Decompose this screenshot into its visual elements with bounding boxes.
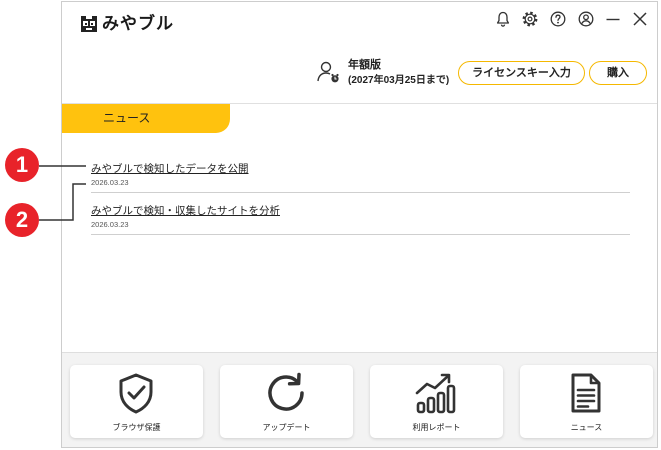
minimize-icon[interactable] bbox=[605, 11, 621, 27]
gear-icon[interactable] bbox=[522, 11, 538, 27]
shield-check-icon bbox=[114, 371, 158, 415]
document-icon bbox=[564, 371, 608, 415]
card-label: ブラウザ保護 bbox=[112, 423, 161, 432]
news-button[interactable]: ニュース bbox=[520, 365, 653, 438]
news-date: 2026.03.23 bbox=[91, 178, 129, 187]
news-title-link[interactable]: みやブルで検知したデータを公開 bbox=[91, 162, 249, 176]
usage-report-button[interactable]: 利用レポート bbox=[370, 365, 503, 438]
footer-panel: ブラウザ保護 アップデート 利用レポート ニュース bbox=[62, 352, 657, 447]
card-label: アップデート bbox=[262, 423, 311, 432]
license-key-button[interactable]: ライセンスキー入力 bbox=[458, 61, 585, 85]
update-button[interactable]: アップデート bbox=[220, 365, 353, 438]
app-title: みやブル bbox=[102, 14, 174, 33]
news-list-item: みやブルで検知したデータを公開 2026.03.23 bbox=[91, 162, 630, 194]
card-label: 利用レポート bbox=[412, 423, 461, 432]
panda-logo-icon bbox=[80, 15, 98, 33]
bar-chart-icon bbox=[414, 371, 458, 415]
tab-news[interactable]: ニュース bbox=[62, 104, 230, 133]
app-window: みやブル 年額版 (2027年03月25日まで) ライセンスキー入力 購入 ニュ… bbox=[61, 1, 658, 448]
close-icon[interactable] bbox=[632, 11, 648, 27]
news-divider bbox=[91, 234, 630, 235]
bell-icon[interactable] bbox=[495, 11, 511, 27]
news-title-link[interactable]: みやブルで検知・収集したサイトを分析 bbox=[91, 204, 280, 218]
refresh-icon bbox=[264, 371, 308, 415]
card-label: ニュース bbox=[570, 423, 603, 432]
news-date: 2026.03.23 bbox=[91, 220, 129, 229]
news-divider bbox=[91, 192, 630, 193]
browser-protection-button[interactable]: ブラウザ保護 bbox=[70, 365, 203, 438]
user-clock-icon bbox=[316, 60, 340, 84]
callout-1: 1 bbox=[5, 148, 39, 182]
news-list-item: みやブルで検知・収集したサイトを分析 2026.03.23 bbox=[91, 204, 630, 236]
purchase-button[interactable]: 購入 bbox=[589, 61, 647, 85]
help-icon[interactable] bbox=[550, 11, 566, 27]
license-expiry: (2027年03月25日まで) bbox=[348, 75, 450, 86]
callout-2: 2 bbox=[5, 203, 39, 237]
account-icon[interactable] bbox=[578, 11, 594, 27]
license-plan: 年額版 bbox=[348, 59, 381, 71]
